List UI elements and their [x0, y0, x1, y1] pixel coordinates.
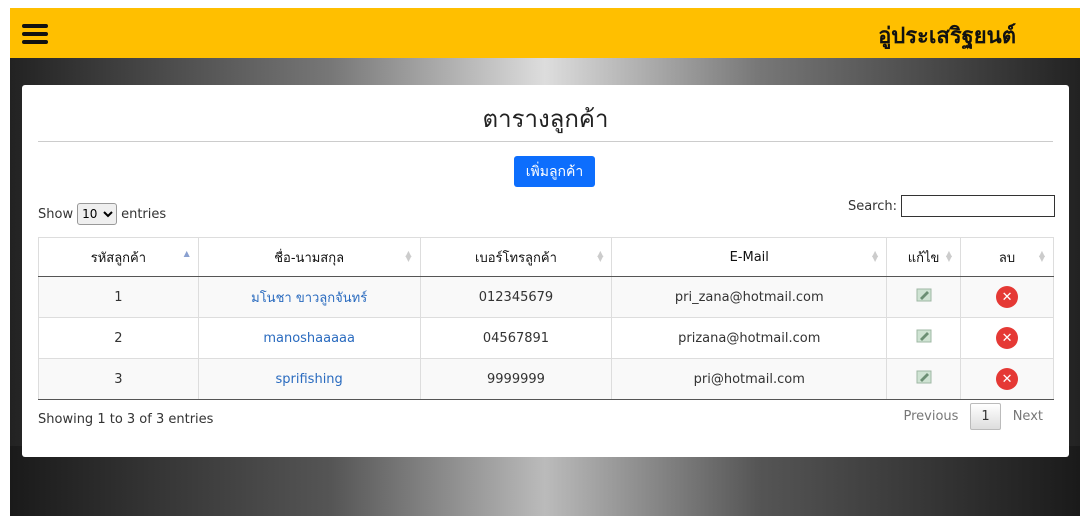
column-header-edit[interactable]: แก้ไข ▲ ▼ [886, 237, 962, 277]
customer-name-link[interactable]: sprifishing [276, 372, 343, 387]
cell-name: sprifishing [197, 358, 421, 400]
cell-email: pri@hotmail.com [611, 358, 888, 400]
sort-icon: ▲ ▼ [945, 249, 953, 263]
hamburger-menu-icon[interactable] [22, 24, 48, 44]
column-header-label: แก้ไข [907, 250, 940, 266]
cell-delete: ✕ [960, 317, 1054, 359]
customer-card: ตารางลูกค้า เพิ่มลูกค้า Show 10 entries … [22, 85, 1069, 457]
sort-icon: ▲ ▼ [1038, 249, 1045, 263]
cell-delete: ✕ [960, 358, 1054, 400]
column-header-label: E-Mail [729, 249, 769, 265]
customer-name-link[interactable]: manoshaaaaa [263, 331, 355, 346]
cell-email: pri_zana@hotmail.com [611, 276, 888, 318]
cell-email: prizana@hotmail.com [611, 317, 888, 359]
page-title: ตารางลูกค้า [482, 105, 609, 133]
divider [38, 141, 1053, 142]
edit-icon[interactable] [916, 370, 932, 384]
sort-icon: ▲ ▼ [871, 249, 879, 263]
column-header-email[interactable]: E-Mail ▲ ▼ [611, 237, 888, 277]
search-input[interactable] [901, 195, 1055, 217]
entries-select[interactable]: 10 [77, 203, 118, 225]
cell-id: 2 [38, 317, 199, 359]
search-label: Search: [847, 198, 897, 214]
edit-icon[interactable] [916, 288, 932, 302]
delete-icon[interactable]: ✕ [996, 368, 1019, 390]
cell-phone: 04567891 [419, 317, 613, 359]
cell-id: 1 [38, 276, 199, 318]
column-header-label: รหัสลูกค้า [90, 250, 147, 266]
next-button[interactable]: Next [1001, 403, 1055, 430]
customer-table: รหัสลูกค้า ▲ ชื่อ-นามสกุล ▲ ▼ เบอร์โทรลูก… [38, 237, 1054, 400]
cell-edit [886, 317, 962, 359]
show-label: Show [38, 206, 74, 222]
column-header-name[interactable]: ชื่อ-นามสกุล ▲ ▼ [197, 237, 421, 277]
cell-phone: 9999999 [419, 358, 613, 400]
edit-icon[interactable] [916, 329, 932, 343]
table-header-row: รหัสลูกค้า ▲ ชื่อ-นามสกุล ▲ ▼ เบอร์โทรลูก… [38, 237, 1054, 277]
cell-name: มโนชา ขาวลูกจันทร์ [197, 276, 421, 318]
top-navbar: อู่ประเสริฐยนต์ [10, 8, 1080, 58]
table-row: 3 sprifishing 9999999 pri@hotmail.com ✕ [38, 358, 1054, 400]
column-header-phone[interactable]: เบอร์โทรลูกค้า ▲ ▼ [419, 237, 613, 277]
sort-icon: ▲ ▼ [597, 249, 604, 263]
cell-id: 3 [38, 358, 199, 400]
previous-button[interactable]: Previous [891, 403, 970, 430]
cell-edit [886, 276, 962, 318]
page-button-current[interactable]: 1 [970, 403, 1001, 430]
column-header-label: ลบ [998, 250, 1016, 266]
cell-edit [886, 358, 962, 400]
table-row: 1 มโนชา ขาวลูกจันทร์ 012345679 pri_zana@… [38, 276, 1054, 318]
customer-name-link[interactable]: มโนชา ขาวลูกจันทร์ [251, 291, 367, 306]
search-control: Search: [848, 195, 1055, 217]
cell-name: manoshaaaaa [197, 317, 421, 359]
entries-length-control: Show 10 entries [38, 203, 166, 225]
entries-label: entries [121, 206, 167, 222]
column-header-label: เบอร์โทรลูกค้า [475, 250, 557, 266]
add-customer-button[interactable]: เพิ่มลูกค้า [514, 156, 595, 187]
cell-phone: 012345679 [419, 276, 613, 318]
table-row: 2 manoshaaaaa 04567891 prizana@hotmail.c… [38, 317, 1054, 359]
delete-icon[interactable]: ✕ [996, 286, 1019, 308]
table-info: Showing 1 to 3 of 3 entries [38, 412, 214, 427]
pagination: Previous 1 Next [891, 403, 1055, 430]
brand-title[interactable]: อู่ประเสริฐยนต์ [878, 18, 1016, 53]
column-header-delete[interactable]: ลบ ▲ ▼ [960, 237, 1054, 277]
sort-icon: ▲ ▼ [405, 249, 412, 263]
column-header-label: ชื่อ-นามสกุล [274, 250, 345, 266]
cell-delete: ✕ [960, 276, 1054, 318]
column-header-id[interactable]: รหัสลูกค้า ▲ [38, 237, 199, 277]
delete-icon[interactable]: ✕ [996, 327, 1019, 349]
sort-asc-icon: ▲ [183, 249, 190, 258]
